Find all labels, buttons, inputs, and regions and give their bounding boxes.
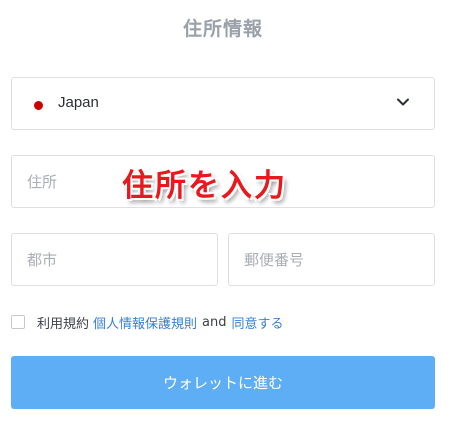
japan-flag-icon bbox=[34, 101, 43, 110]
terms-prefix-text: 利用規約 bbox=[37, 316, 90, 332]
terms-checkbox[interactable] bbox=[11, 315, 25, 329]
agree-link[interactable]: 同意する bbox=[232, 313, 284, 332]
terms-conjunction-text: and bbox=[202, 314, 227, 330]
annotation-overlay: 住所を入力 bbox=[122, 168, 287, 204]
country-select-value: Japan bbox=[58, 94, 99, 111]
chevron-down-icon[interactable] bbox=[396, 95, 410, 109]
terms-agreement-row: 利用規約 個人情報保護規則 and 同意する bbox=[11, 312, 284, 332]
city-input[interactable] bbox=[11, 233, 218, 286]
country-select[interactable]: Japan bbox=[11, 77, 435, 130]
proceed-to-wallet-button[interactable]: ウォレットに進む bbox=[11, 356, 435, 409]
page-title: 住所情報 bbox=[182, 18, 263, 40]
privacy-policy-link[interactable]: 個人情報保護規則 bbox=[93, 313, 197, 332]
postal-code-input[interactable] bbox=[228, 233, 435, 286]
